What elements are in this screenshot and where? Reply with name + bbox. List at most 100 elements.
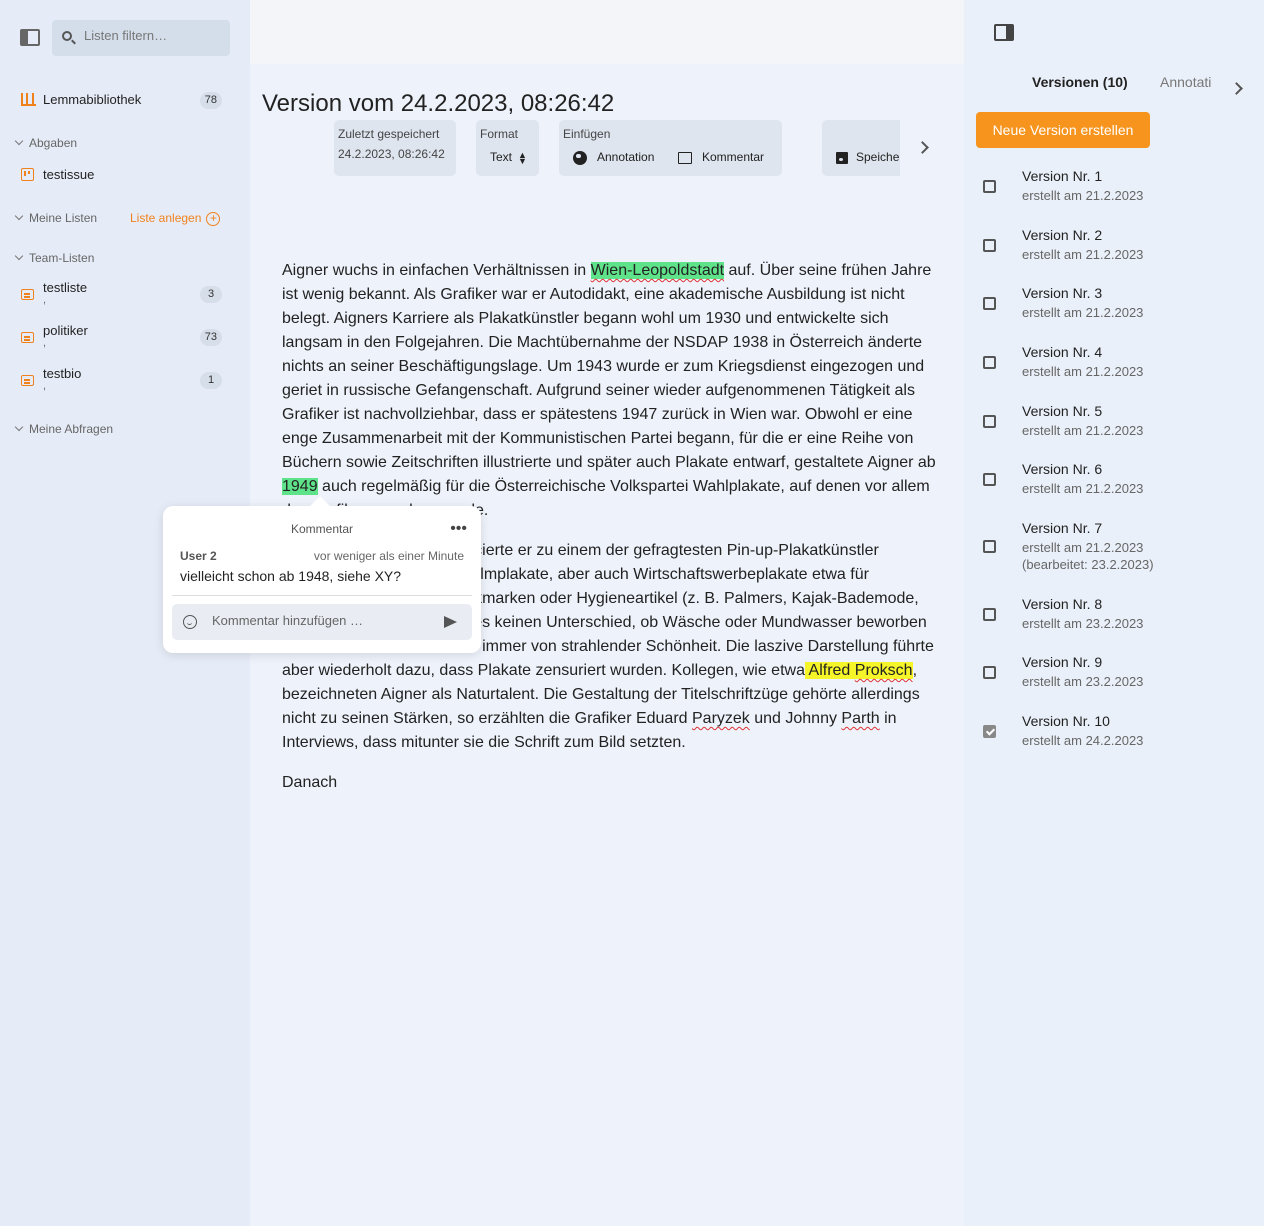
sidebar-item-label: politiker	[43, 323, 88, 338]
chevron-down-icon	[14, 251, 24, 261]
sidebar-item-testissue[interactable]: testissue	[0, 161, 250, 189]
version-item[interactable]: Version Nr. 5 erstellt am 21.2.2023	[964, 403, 1264, 459]
version-date: erstellt am 21.2.2023	[1022, 481, 1144, 496]
version-date: erstellt am 23.2.2023	[1022, 616, 1144, 631]
save-group: Speiche	[822, 120, 900, 176]
version-item[interactable]: Version Nr. 6 erstellt am 21.2.2023	[964, 461, 1264, 517]
version-item[interactable]: Version Nr. 2 erstellt am 21.2.2023	[964, 227, 1264, 283]
count-badge: 1	[200, 372, 222, 389]
sidebar-item-testliste[interactable]: testliste , 3	[0, 280, 250, 320]
more-options-icon[interactable]: •••	[450, 520, 467, 538]
annotation-highlight[interactable]: Alfred Proksch	[804, 662, 913, 679]
section-abgaben[interactable]: Abgaben	[14, 136, 77, 156]
text-run: und Johnny	[749, 710, 842, 727]
list-filter[interactable]	[52, 20, 230, 56]
version-checkbox[interactable]	[983, 540, 996, 553]
last-saved-group: Zuletzt gespeichert 24.2.2023, 08:26:42	[334, 120, 456, 176]
version-date: erstellt am 21.2.2023	[1022, 540, 1144, 555]
version-date: erstellt am 21.2.2023	[1022, 188, 1144, 203]
version-title: Version Nr. 4	[1022, 344, 1103, 360]
version-item[interactable]: Version Nr. 1 erstellt am 21.2.2023	[964, 168, 1264, 224]
version-checkbox[interactable]	[983, 666, 996, 679]
folder-icon	[21, 332, 34, 343]
version-item[interactable]: Version Nr. 7 erstellt am 21.2.2023 (bea…	[964, 520, 1264, 584]
sidebar-item-lemmabibliothek[interactable]: Lemmabibliothek 78	[0, 86, 250, 114]
comment-button[interactable]: Kommentar	[678, 150, 764, 164]
annotation-button[interactable]: Annotation	[573, 150, 654, 165]
comment-highlight[interactable]: 1949	[282, 478, 318, 495]
comment-popup: Kommentar ••• User 2 vor weniger als ein…	[163, 496, 481, 653]
section-label: Meine Listen	[29, 211, 98, 225]
create-list-label: Liste anlegen	[130, 211, 202, 225]
chevron-down-icon	[14, 422, 24, 432]
chevron-down-icon	[14, 211, 24, 221]
version-title: Version Nr. 7	[1022, 520, 1103, 536]
format-select[interactable]: Text ▲ ▼	[490, 149, 527, 166]
section-team-listen[interactable]: Team-Listen	[14, 251, 94, 271]
paragraph: Aigner wuchs in einfachen Verhältnissen …	[282, 259, 938, 523]
library-icon	[21, 93, 36, 106]
sidebar-item-label: testliste	[43, 280, 88, 295]
version-item[interactable]: Version Nr. 10 erstellt am 24.2.2023	[964, 713, 1264, 769]
version-edited: (bearbeitet: 23.2.2023)	[1022, 557, 1154, 572]
list-filter-input[interactable]	[84, 28, 224, 43]
version-checkbox[interactable]	[983, 473, 996, 486]
search-icon	[62, 31, 72, 41]
version-title: Version Nr. 8	[1022, 596, 1103, 612]
comment-author: User 2	[180, 549, 217, 563]
version-checkbox[interactable]	[983, 180, 996, 193]
count-badge: 3	[200, 286, 222, 303]
toggle-right-panel-icon[interactable]	[994, 24, 1014, 41]
tab-annotations[interactable]: Annotati	[1160, 74, 1212, 90]
section-meine-listen[interactable]: Meine Listen Liste anlegen +	[14, 211, 236, 231]
create-list-button[interactable]: Liste anlegen +	[130, 211, 221, 226]
text-run: Alfred	[804, 662, 855, 679]
save-button-label: Speiche	[856, 150, 900, 164]
insert-group: Einfügen Annotation Kommentar	[559, 120, 782, 176]
add-circle-icon: +	[206, 211, 221, 226]
version-item[interactable]: Version Nr. 9 erstellt am 23.2.2023	[964, 654, 1264, 710]
text-run: auf. Über seine frühen Jahre ist wenig b…	[282, 262, 936, 471]
comment-input-box	[172, 604, 472, 640]
version-title: Version Nr. 9	[1022, 654, 1103, 670]
section-meine-abfragen[interactable]: Meine Abfragen	[14, 422, 113, 442]
version-date: erstellt am 21.2.2023	[1022, 305, 1144, 320]
version-date: erstellt am 21.2.2023	[1022, 247, 1144, 262]
version-checkbox[interactable]	[983, 725, 996, 738]
text-run: Proksch	[854, 662, 913, 679]
select-arrows-icon: ▲ ▼	[518, 149, 527, 166]
new-version-button[interactable]: Neue Version erstellen	[976, 112, 1150, 148]
comment-input[interactable]	[212, 613, 432, 628]
text-run: Paryzek	[692, 710, 750, 727]
version-checkbox[interactable]	[983, 608, 996, 621]
board-icon	[21, 168, 34, 181]
tab-versions[interactable]: Versionen (10)	[1032, 74, 1128, 90]
version-title: Version Nr. 5	[1022, 403, 1103, 419]
version-checkbox[interactable]	[983, 297, 996, 310]
insert-label: Einfügen	[563, 127, 611, 141]
version-title: Version Nr. 6	[1022, 461, 1103, 477]
emoji-icon[interactable]	[183, 615, 197, 629]
version-item[interactable]: Version Nr. 8 erstellt am 23.2.2023	[964, 596, 1264, 652]
tabs-scroll-right-icon[interactable]	[1230, 82, 1243, 95]
send-icon[interactable]	[444, 616, 457, 628]
comment-text: vielleicht schon ab 1948, siehe XY?	[180, 568, 402, 584]
comment-button-label: Kommentar	[702, 150, 765, 164]
page-title: Version vom 24.2.2023, 08:26:42	[262, 90, 615, 117]
format-group: Format Text ▲ ▼	[476, 120, 539, 176]
version-date: erstellt am 24.2.2023	[1022, 733, 1144, 748]
folder-icon	[21, 289, 34, 300]
version-item[interactable]: Version Nr. 3 erstellt am 21.2.2023	[964, 285, 1264, 341]
version-checkbox[interactable]	[983, 239, 996, 252]
globe-icon	[573, 150, 587, 165]
version-item[interactable]: Version Nr. 4 erstellt am 21.2.2023	[964, 344, 1264, 400]
save-button[interactable]: Speiche	[836, 150, 899, 164]
version-checkbox[interactable]	[983, 356, 996, 369]
text-run: Parth	[841, 710, 880, 727]
toggle-sidebar-icon[interactable]	[20, 29, 40, 46]
sidebar-item-testbio[interactable]: testbio , 1	[0, 366, 250, 406]
version-checkbox[interactable]	[983, 415, 996, 428]
annotation-highlight[interactable]: Wien-Leopoldstadt	[590, 262, 725, 279]
sidebar-item-politiker[interactable]: politiker , 73	[0, 323, 250, 363]
top-bar	[250, 0, 964, 64]
